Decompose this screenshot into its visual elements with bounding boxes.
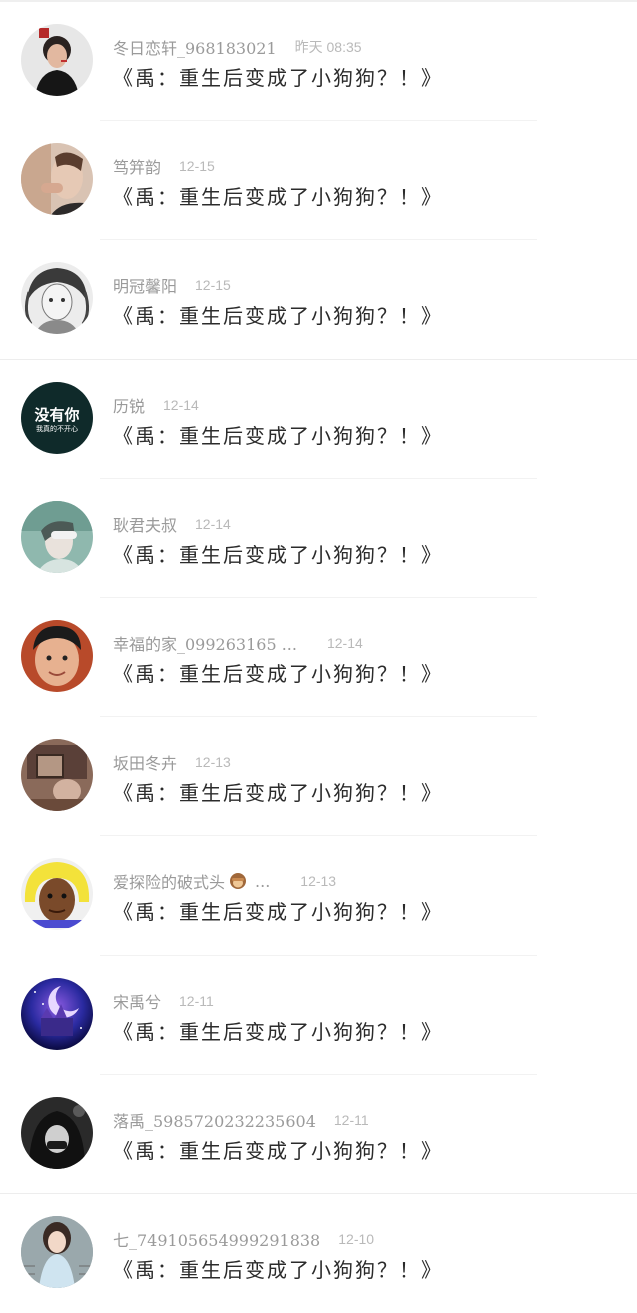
message-preview: 《禹：重生后变成了小狗狗？！》 [113, 900, 443, 925]
contact-name: 落禹_5985720232235604 [113, 1111, 316, 1131]
avatar-anime-sketch-icon[interactable] [21, 262, 93, 335]
list-item[interactable]: 笃笄韵 12-15 《禹：重生后变成了小狗狗？！》 [0, 121, 637, 241]
message-preview: 《禹：重生后变成了小狗狗？！》 [113, 1138, 443, 1163]
contact-name: 宋禹兮 [113, 992, 162, 1012]
contact-name: 笃笄韵 [113, 158, 162, 178]
list-item[interactable]: 幸福的家_099263165 ... 12-14 《禹：重生后变成了小狗狗？！》 [0, 598, 637, 718]
message-preview: 《禹：重生后变成了小狗狗？！》 [113, 1019, 443, 1044]
conversation-meta: 耿君夫叔 12-14 [113, 513, 231, 535]
list-item[interactable]: 没有你 我真的不开心 历锐 12-14 《禹：重生后变成了小狗狗？！》 [0, 360, 637, 479]
list-item[interactable]: 冬日恋轩_968183021 昨天 08:35 《禹：重生后变成了小狗狗？！》 [0, 2, 637, 122]
list-item[interactable]: 宋禹兮 12-11 《禹：重生后变成了小狗狗？！》 [0, 956, 637, 1075]
avatar-man-microphone-icon[interactable] [21, 24, 93, 96]
message-preview: 《禹：重生后变成了小狗狗？！》 [113, 661, 443, 686]
conversation-list: 冬日恋轩_968183021 昨天 08:35 《禹：重生后变成了小狗狗？！》 … [0, 2, 637, 1313]
contact-name: 历锐 [113, 396, 146, 416]
contact-name: 耿君夫叔 [113, 515, 178, 535]
avatar-yellow-wig-icon[interactable] [21, 858, 93, 931]
list-item[interactable]: 七_7491056549992918​38 12-10 《禹：重生后变成了小狗狗… [0, 1194, 637, 1313]
list-item[interactable]: 坂田冬卉 12-13 《禹：重生后变成了小狗狗？！》 [0, 717, 637, 837]
list-item[interactable]: 落禹_5985720232235604 12-11 《禹：重生后变成了小狗狗？！… [0, 1075, 637, 1194]
contact-name: 明冠馨阳 [113, 277, 178, 297]
avatar-teal-portrait-icon[interactable] [21, 500, 93, 573]
list-item[interactable]: 爱探险的破式头 ... 12-13 《禹：重生后变成了小狗狗？！》 [0, 836, 637, 956]
timestamp: 12-15 [179, 158, 215, 175]
avatar-child-photo-icon[interactable] [21, 619, 93, 692]
conversation-meta: 幸福的家_099263165 ... 12-14 [113, 632, 363, 654]
message-preview: 《禹：重生后变成了小狗狗？！》 [113, 423, 443, 448]
conversation-meta: 落禹_5985720232235604 12-11 [113, 1109, 369, 1131]
message-preview: 《禹：重生后变成了小狗狗？！》 [113, 781, 443, 806]
timestamp: 12-13 [195, 754, 231, 771]
timestamp: 12-15 [195, 277, 231, 294]
timestamp: 12-14 [326, 634, 363, 651]
conversation-meta: 历锐 12-14 [113, 394, 199, 416]
conversation-meta: 冬日恋轩_968183021 昨天 08:35 [113, 36, 362, 58]
avatar-sepia-photo-icon[interactable] [21, 739, 93, 812]
message-preview: 《禹：重生后变成了小狗狗？！》 [113, 1257, 443, 1282]
timestamp: 12-14 [195, 515, 231, 532]
list-item[interactable]: 耿君夫叔 12-14 《禹：重生后变成了小狗狗？！》 [0, 479, 637, 598]
conversation-meta: 爱探险的破式头 ... 12-13 [113, 870, 337, 893]
timestamp: 12-11 [179, 992, 214, 1009]
avatar-girl-illustration-icon[interactable] [21, 1215, 93, 1288]
conversation-meta: 明冠馨阳 12-15 [113, 274, 231, 296]
message-preview: 《禹：重生后变成了小狗狗？！》 [113, 304, 443, 329]
message-preview: 《禹：重生后变成了小狗狗？！》 [113, 185, 443, 210]
contact-name: 爱探险的破式头 [113, 873, 226, 893]
timestamp: 12-13 [300, 873, 337, 890]
name-ellipsis: ... [255, 871, 271, 891]
contact-name: 冬日恋轩_968183021 [113, 39, 277, 58]
conversation-meta: 宋禹兮 12-11 [113, 990, 214, 1012]
timestamp: 12-10 [338, 1230, 375, 1247]
message-preview: 《禹：重生后变成了小狗狗？！》 [113, 66, 443, 90]
conversation-meta: 坂田冬卉 12-13 [113, 751, 231, 773]
avatar-text-badge-icon[interactable]: 没有你 我真的不开心 [21, 381, 93, 454]
avatar-galaxy-castle-icon[interactable] [21, 977, 93, 1050]
timestamp: 12-11 [333, 1111, 369, 1128]
timestamp: 昨天 08:35 [294, 39, 362, 55]
avatar-hand-face-photo-icon[interactable] [21, 143, 93, 216]
conversation-meta: 笃笄韵 12-15 [113, 155, 215, 177]
monkey-emoji-icon [230, 873, 247, 890]
list-item[interactable]: 明冠馨阳 12-15 《禹：重生后变成了小狗狗？！》 [0, 240, 637, 360]
contact-name: 七_7491056549992918​38 [113, 1230, 321, 1250]
conversation-meta: 七_7491056549992918​38 12-10 [113, 1228, 374, 1250]
message-preview: 《禹：重生后变成了小狗狗？！》 [113, 542, 443, 567]
contact-name: 坂田冬卉 [113, 754, 178, 774]
avatar-text: 没有你 [34, 405, 80, 424]
timestamp: 12-14 [163, 396, 199, 413]
avatar-dark-hoodie-icon[interactable] [21, 1096, 93, 1169]
contact-name: 幸福的家_099263165 ... [113, 634, 297, 654]
avatar-subtext: 我真的不开心 [36, 424, 78, 433]
